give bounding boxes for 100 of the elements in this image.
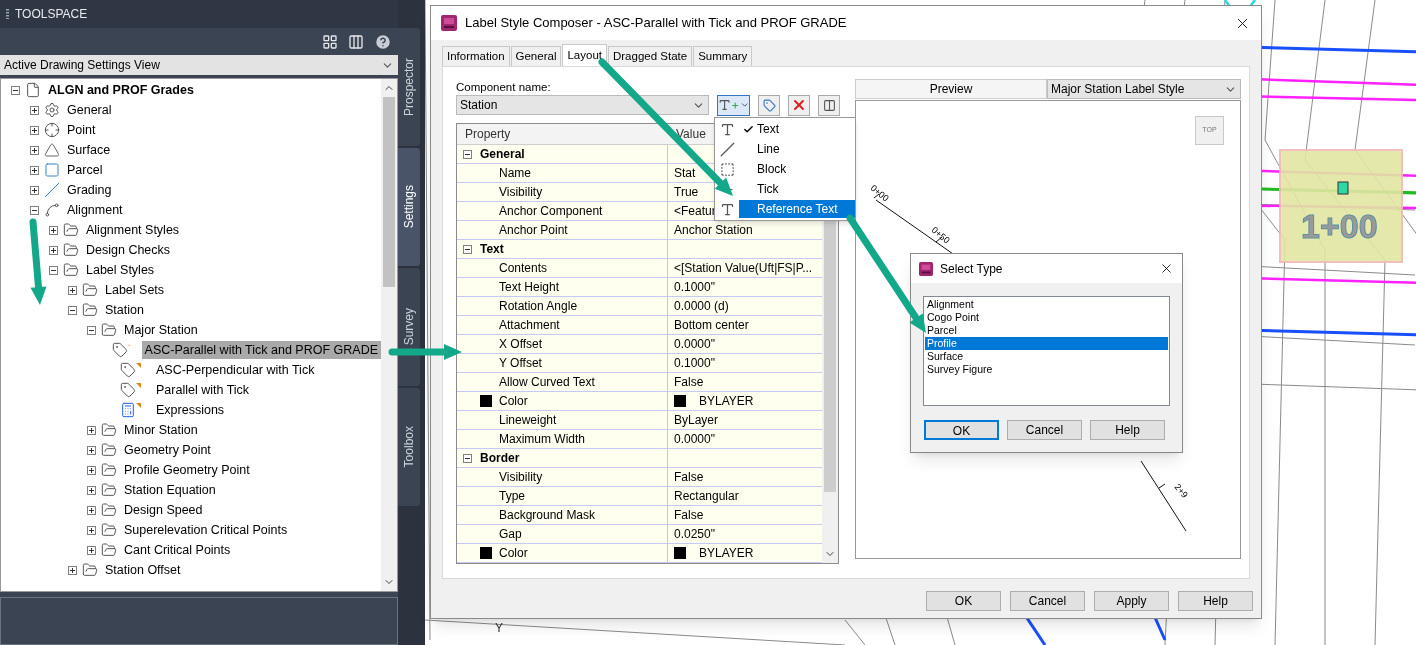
dialog-tab[interactable]: General xyxy=(510,46,562,66)
tree-item[interactable]: Alignment Styles xyxy=(83,220,183,240)
collapse-icon[interactable] xyxy=(11,85,20,95)
property-value[interactable]: Anchor Station xyxy=(674,221,753,239)
dialog-tab[interactable]: Information xyxy=(442,46,510,66)
dialog-button[interactable]: Help xyxy=(1178,591,1253,611)
expand-icon[interactable] xyxy=(87,445,96,455)
dialog-tab[interactable]: Layout xyxy=(562,44,607,66)
expand-icon[interactable] xyxy=(68,285,77,295)
property-value[interactable]: False xyxy=(674,373,704,391)
menu-item[interactable]: Line xyxy=(739,140,855,158)
dialog-button[interactable]: OK xyxy=(926,591,1001,611)
menu-item[interactable]: Block xyxy=(739,160,855,178)
expand-icon[interactable] xyxy=(30,105,39,115)
expand-icon[interactable] xyxy=(87,545,96,555)
delete-component-button[interactable] xyxy=(788,94,810,116)
property-value[interactable]: BYLAYER xyxy=(699,392,754,410)
style-dropdown[interactable]: Major Station Label Style xyxy=(1047,79,1241,99)
tree-view-icon[interactable] xyxy=(322,33,338,50)
dialog-button[interactable]: Apply xyxy=(1094,591,1169,611)
tree-item[interactable]: Parallel with Tick xyxy=(153,380,253,400)
menu-item[interactable]: Text xyxy=(739,120,855,138)
grip-icon[interactable] xyxy=(6,9,9,19)
collapse-icon[interactable] xyxy=(462,149,472,159)
add-component-button[interactable] xyxy=(717,94,750,116)
tree-item[interactable]: Profile Geometry Point xyxy=(121,460,253,480)
list-item[interactable]: Surface xyxy=(925,350,1168,363)
property-value[interactable]: <Featur xyxy=(674,202,716,220)
side-tab[interactable]: Prospector xyxy=(398,28,420,146)
dialog-button[interactable]: Help xyxy=(1090,420,1165,440)
expand-icon[interactable] xyxy=(87,425,96,435)
dialog-button[interactable]: Cancel xyxy=(1007,420,1082,440)
expand-icon[interactable] xyxy=(30,125,39,135)
tree-item[interactable]: Cant Critical Points xyxy=(121,540,234,560)
tree-item[interactable]: Design Speed xyxy=(121,500,206,520)
side-tab[interactable]: Survey xyxy=(398,268,420,386)
tree-item[interactable]: General xyxy=(64,100,115,120)
collapse-icon[interactable] xyxy=(30,205,39,215)
dialog-tab[interactable]: Dragged State xyxy=(608,46,693,66)
tree-item[interactable]: Station Offset xyxy=(102,560,184,580)
component-dropdown[interactable]: Station xyxy=(456,95,709,115)
property-value[interactable]: Bottom center xyxy=(674,316,749,334)
help-icon[interactable] xyxy=(374,32,392,51)
tree-item[interactable]: Label Sets xyxy=(102,280,168,300)
dialog-button[interactable]: OK xyxy=(924,420,999,440)
tree-item[interactable]: Expressions xyxy=(153,400,228,420)
side-tab[interactable]: Toolbox xyxy=(398,388,420,506)
tree-item[interactable]: ASC-Perpendicular with Tick xyxy=(153,360,318,380)
property-value[interactable]: 0.1000" xyxy=(674,278,715,296)
property-value[interactable]: 0.0000 (d) xyxy=(674,297,729,315)
expand-icon[interactable] xyxy=(49,245,58,255)
item-view-icon[interactable] xyxy=(348,33,364,50)
tree-item[interactable]: Point xyxy=(64,120,99,140)
column-header[interactable]: Property xyxy=(457,124,668,144)
property-value[interactable]: Stat xyxy=(674,164,696,182)
copy-component-button[interactable] xyxy=(758,94,780,116)
side-tab[interactable]: Settings xyxy=(398,148,420,266)
expand-icon[interactable] xyxy=(30,165,39,175)
property-value[interactable]: 0.1000" xyxy=(674,354,715,372)
tree-item[interactable]: ASC-Parallel with Tick and PROF GRADE xyxy=(141,340,381,360)
expand-icon[interactable] xyxy=(87,525,96,535)
list-item[interactable]: Cogo Point xyxy=(925,311,1168,324)
collapse-icon[interactable] xyxy=(49,265,58,275)
property-value[interactable]: False xyxy=(674,506,704,524)
dialog-tab[interactable]: Summary xyxy=(693,46,753,66)
list-item[interactable]: Survey Figure xyxy=(925,363,1168,376)
tree-item[interactable]: Geometry Point xyxy=(121,440,214,460)
close-icon[interactable] xyxy=(1159,261,1174,276)
tree-item[interactable]: Station xyxy=(102,300,147,320)
type-list[interactable]: Alignment Cogo Point Parcel Profile Surface Survey Figure xyxy=(923,296,1170,406)
property-value[interactable]: Rectangular xyxy=(674,487,739,505)
tree-item[interactable]: Alignment xyxy=(64,200,126,220)
menu-item[interactable]: Reference Text xyxy=(739,200,855,218)
view-dropdown[interactable]: Active Drawing Settings View xyxy=(0,55,398,75)
tree-item[interactable]: Design Checks xyxy=(83,240,174,260)
expand-icon[interactable] xyxy=(87,505,96,515)
collapse-icon[interactable] xyxy=(462,453,472,463)
property-value[interactable]: True xyxy=(674,183,699,201)
collapse-icon[interactable] xyxy=(87,325,96,335)
property-value[interactable]: 0.0000" xyxy=(674,430,715,448)
expand-icon[interactable] xyxy=(30,185,39,195)
tree-item[interactable]: ALGN and PROF Grades xyxy=(45,80,197,100)
menu-item[interactable]: Tick xyxy=(739,180,855,198)
property-value[interactable]: ByLayer xyxy=(674,411,719,429)
collapse-icon[interactable] xyxy=(462,244,472,254)
tree-item[interactable]: Station Equation xyxy=(121,480,219,500)
list-item[interactable]: Alignment xyxy=(925,298,1168,311)
property-value[interactable]: <[Station Value(Uft|FS|P... xyxy=(674,259,813,277)
expand-icon[interactable] xyxy=(68,565,77,575)
tree-item[interactable]: Surface xyxy=(64,140,114,160)
collapse-icon[interactable] xyxy=(68,305,77,315)
expand-icon[interactable] xyxy=(49,225,58,235)
property-value[interactable]: 0.0250" xyxy=(674,525,715,543)
tree-item[interactable]: Label Styles xyxy=(83,260,158,280)
expand-icon[interactable] xyxy=(87,485,96,495)
tree-item[interactable]: Superelevation Critical Points xyxy=(121,520,291,540)
tree-item[interactable]: Minor Station xyxy=(121,420,201,440)
tree-item[interactable]: Major Station xyxy=(121,320,201,340)
list-item[interactable]: Profile xyxy=(925,337,1168,350)
property-value[interactable]: False xyxy=(674,468,704,486)
